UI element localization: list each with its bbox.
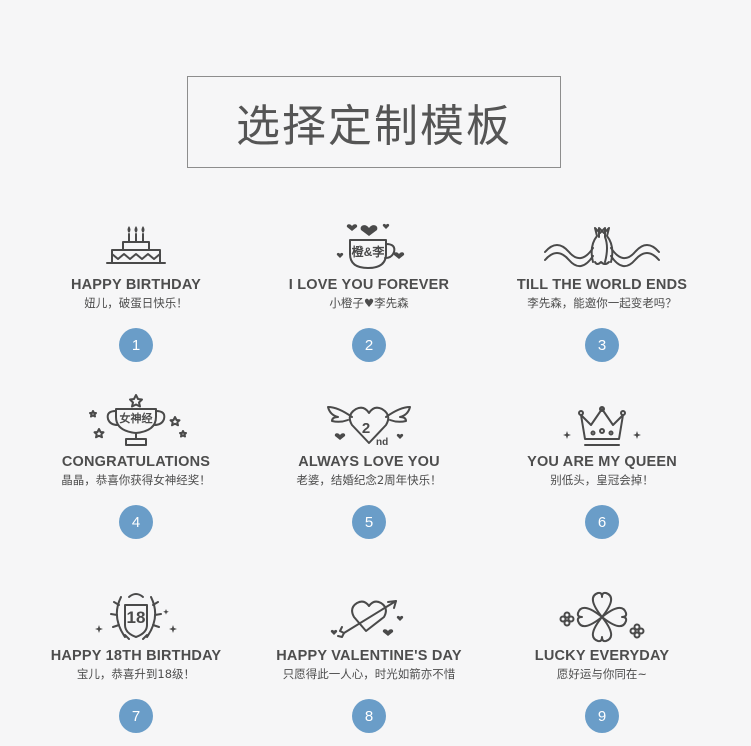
template-card-1[interactable]: HAPPY BIRTHDAY 妞儿，破蛋日快乐！ 1 <box>11 216 261 362</box>
template-card-3[interactable]: TILL THE WORLD ENDS 李先森，能邀你一起变老吗？ 3 <box>477 216 727 362</box>
arrow-heart-icon <box>330 600 404 638</box>
birthday-cake-icon <box>106 226 166 264</box>
clover-icon <box>559 591 645 643</box>
template-title: ALWAYS LOVE YOU <box>298 454 440 470</box>
template-number-button[interactable]: 7 <box>119 699 153 733</box>
template-subtitle: 晶晶，恭喜你获得女神经奖！ <box>61 473 211 487</box>
coffee-cup-hearts-icon: 橙&李 <box>336 223 405 269</box>
heart-badge-sup: nd <box>376 437 388 448</box>
laurel-badge-text: 18 <box>127 608 146 627</box>
template-title: YOU ARE MY QUEEN <box>527 454 677 470</box>
template-title: HAPPY BIRTHDAY <box>70 277 202 293</box>
template-number-button[interactable]: 1 <box>119 328 153 362</box>
laurel-badge-icon: 18 <box>95 593 177 640</box>
template-card-5[interactable]: 2 nd ALWAYS LOVE YOU 老婆，结婚纪念2周年快乐！ 5 <box>244 393 494 539</box>
template-subtitle: 李先森，能邀你一起变老吗？ <box>527 296 677 310</box>
template-title: I LOVE YOU FOREVER <box>288 277 450 293</box>
template-title: TILL THE WORLD ENDS <box>516 277 688 293</box>
template-card-7[interactable]: 18 HAPPY 18TH BIRTHDAY 宝儿，恭喜升到18级！ 7 <box>11 587 261 733</box>
template-card-4[interactable]: 女神经 CONGRATULATIONS 晶晶，恭喜你获得女神经奖！ 4 <box>11 393 261 539</box>
template-number-button[interactable]: 6 <box>585 505 619 539</box>
template-subtitle: 别低头，皇冠会掉！ <box>550 473 654 487</box>
template-subtitle: 宝儿，恭喜升到18级！ <box>76 667 196 681</box>
two-cats-icon <box>544 227 660 267</box>
template-number-button[interactable]: 5 <box>352 505 386 539</box>
template-title: HAPPY VALENTINE'S DAY <box>276 648 462 664</box>
heart-badge-text: 2 <box>362 420 370 437</box>
template-card-6[interactable]: YOU ARE MY QUEEN 别低头，皇冠会掉！ 6 <box>477 393 727 539</box>
template-card-8[interactable]: HAPPY VALENTINE'S DAY 只愿得此一人心，时光如箭亦不惜 8 <box>244 587 494 733</box>
template-number-button[interactable]: 3 <box>585 328 619 362</box>
trophy-badge-text: 女神经 <box>120 411 153 425</box>
template-title: CONGRATULATIONS <box>61 454 211 470</box>
template-number-button[interactable]: 8 <box>352 699 386 733</box>
template-card-2[interactable]: 橙&李 I LOVE YOU FOREVER 小橙子♥李先森 2 <box>244 216 494 362</box>
template-subtitle: 只愿得此一人心，时光如箭亦不惜 <box>282 667 456 681</box>
template-subtitle: 小橙子♥李先森 <box>329 296 409 310</box>
template-number-button[interactable]: 2 <box>352 328 386 362</box>
template-subtitle: 老婆，结婚纪念2周年快乐！ <box>296 473 442 487</box>
cup-badge-text: 橙&李 <box>352 244 386 259</box>
crown-icon <box>563 406 641 446</box>
template-number-button[interactable]: 9 <box>585 699 619 733</box>
template-title: HAPPY 18TH BIRTHDAY <box>50 648 222 664</box>
template-card-9[interactable]: LUCKY EVERYDAY 愿好运与你同在~ 9 <box>477 587 727 733</box>
winged-heart-icon: 2 nd <box>327 406 411 448</box>
template-number-button[interactable]: 4 <box>119 505 153 539</box>
template-title: LUCKY EVERYDAY <box>534 648 670 664</box>
template-subtitle: 愿好运与你同在~ <box>556 667 648 681</box>
trophy-icon: 女神经 <box>89 394 187 446</box>
template-grid: HAPPY BIRTHDAY 妞儿，破蛋日快乐！ 1 橙&李 I LOVE YO… <box>0 0 751 746</box>
template-subtitle: 妞儿，破蛋日快乐！ <box>84 296 188 310</box>
